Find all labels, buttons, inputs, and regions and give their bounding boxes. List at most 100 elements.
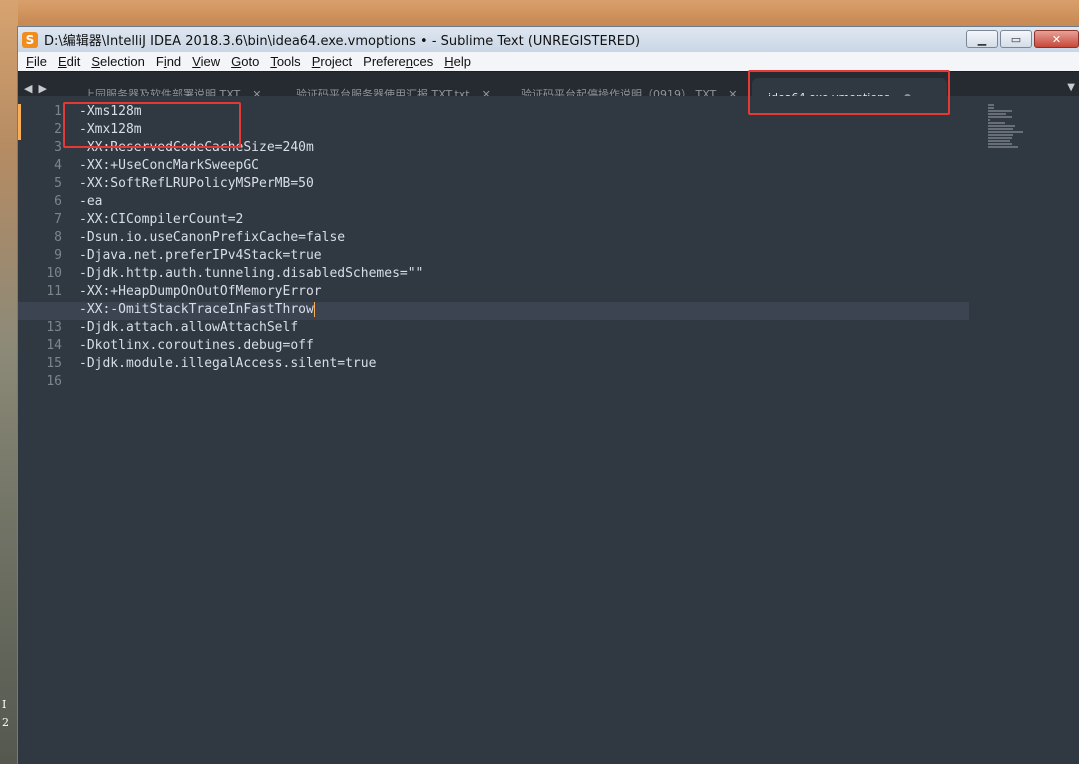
minimap-line xyxy=(988,125,1016,127)
menu-item-label: roject xyxy=(320,54,353,69)
minimap-line xyxy=(988,131,1024,133)
menu-item[interactable]: Project xyxy=(307,54,358,69)
code-line-text: -Djdk.attach.allowAttachSelf xyxy=(79,320,299,335)
minimize-button[interactable]: ▁ xyxy=(966,30,998,48)
menu-item-label: election xyxy=(100,54,145,69)
code-line-text: -XX:CICompilerCount=2 xyxy=(79,212,244,227)
code-line[interactable]: -Xmx128m xyxy=(79,122,969,140)
code-line-text: -XX:ReservedCodeCacheSize=240m xyxy=(79,140,314,155)
menu-item-label: iew xyxy=(200,54,221,69)
minimap-line xyxy=(988,113,1007,115)
line-number: 7 xyxy=(54,212,62,227)
menu-item-mnemonic: G xyxy=(231,54,242,69)
line-number: 9 xyxy=(54,248,62,263)
menu-item-label: ools xyxy=(276,54,301,69)
menu-item[interactable]: Selection xyxy=(86,54,150,69)
code-line[interactable]: -Djdk.attach.allowAttachSelf xyxy=(79,320,969,338)
line-number: 8 xyxy=(54,230,62,245)
code-line-text: -Djdk.http.auth.tunneling.disabledScheme… xyxy=(79,266,424,281)
sublime-window: S D:\编辑器\IntelliJ IDEA 2018.3.6\bin\idea… xyxy=(17,26,1079,764)
line-number: 16 xyxy=(46,374,62,389)
tab-navigation: ◀ ▶ xyxy=(24,82,47,95)
window-controls: ▁ ▭ ✕ xyxy=(964,30,1079,48)
menu-item[interactable]: View xyxy=(187,54,226,69)
minimap-line xyxy=(988,122,1005,124)
line-number: 13 xyxy=(46,320,62,335)
minimap-line xyxy=(988,128,1013,130)
code-line[interactable]: -XX:CICompilerCount=2 xyxy=(79,212,969,230)
menu-item-label: F xyxy=(155,54,164,69)
minimap-line xyxy=(988,116,1012,118)
minimap-line xyxy=(988,104,995,106)
code-line[interactable]: -Djdk.http.auth.tunneling.disabledScheme… xyxy=(79,266,969,284)
sublime-app-icon: S xyxy=(22,31,38,48)
tab-scroll-left-icon[interactable]: ◀ xyxy=(24,82,32,95)
code-line[interactable]: -XX:+HeapDumpOnOutOfMemoryError xyxy=(79,284,969,302)
code-line[interactable]: -ea xyxy=(79,194,969,212)
code-line-text: -Xmx128m xyxy=(79,122,142,137)
menu-item[interactable]: Goto xyxy=(226,54,265,69)
code-line-text: -Djdk.module.illegalAccess.silent=true xyxy=(79,356,377,371)
minimap-line xyxy=(988,119,991,121)
tab-scroll-right-icon[interactable]: ▶ xyxy=(38,82,46,95)
menu-item[interactable]: Tools xyxy=(265,54,306,69)
menu-item-label: elp xyxy=(453,54,472,69)
text-caret xyxy=(313,302,315,317)
minimap-line xyxy=(988,137,1012,139)
maximize-button[interactable]: ▭ xyxy=(1000,30,1032,48)
code-line[interactable]: -XX:+UseConcMarkSweepGC xyxy=(79,158,969,176)
code-line[interactable]: -Xms128m xyxy=(79,104,969,122)
code-line-text: -Djava.net.preferIPv4Stack=true xyxy=(79,248,322,263)
line-number: 6 xyxy=(54,194,62,209)
tab-menu-chevron-icon[interactable]: ▼ xyxy=(1067,82,1075,93)
code-line-text: -Dkotlinx.coroutines.debug=off xyxy=(79,338,314,353)
code-line[interactable]: -XX:SoftRefLRUPolicyMSPerMB=50 xyxy=(79,176,969,194)
menu-item[interactable]: Preferences xyxy=(358,54,439,69)
minimap-line xyxy=(988,140,1011,142)
menu-item-mnemonic: S xyxy=(91,54,101,69)
menu-item[interactable]: Find xyxy=(151,54,187,69)
line-number: 2 xyxy=(54,122,62,137)
line-number: 1 xyxy=(54,104,62,119)
code-line-text: -Dsun.io.useCanonPrefixCache=false xyxy=(79,230,346,245)
menu-item-label: nd xyxy=(166,54,182,69)
menu-bar: File Edit Selection Find View Goto Tools Projec… xyxy=(18,52,1079,71)
minimap[interactable] xyxy=(988,104,1024,152)
code-line[interactable]: -Dkotlinx.coroutines.debug=off xyxy=(79,338,969,356)
menu-item[interactable]: Help xyxy=(439,54,477,69)
line-number: 3 xyxy=(54,140,62,155)
menu-item-mnemonic: H xyxy=(444,54,454,69)
menu-item[interactable]: Edit xyxy=(53,54,86,69)
minimap-line xyxy=(988,134,1013,136)
code-line[interactable]: -XX:ReservedCodeCacheSize=240m xyxy=(79,140,969,158)
code-line-text: -XX:SoftRefLRUPolicyMSPerMB=50 xyxy=(79,176,314,191)
title-bar[interactable]: S D:\编辑器\IntelliJ IDEA 2018.3.6\bin\idea… xyxy=(18,27,1079,52)
minimap-line xyxy=(988,107,995,109)
code-line-text: -XX:+UseConcMarkSweepGC xyxy=(79,158,260,173)
code-line[interactable]: -Djdk.module.illegalAccess.silent=true xyxy=(79,356,969,374)
code-line[interactable]: -Dsun.io.useCanonPrefixCache=false xyxy=(79,230,969,248)
code-view[interactable]: -Xms128m -Xmx128m -XX:ReservedCodeCacheSiz… xyxy=(18,104,969,392)
menu-item[interactable]: File xyxy=(21,54,53,69)
menu-item-label: Prefere xyxy=(363,54,406,69)
menu-item-label: ces xyxy=(413,54,434,69)
code-line[interactable]: -Djava.net.preferIPv4Stack=true xyxy=(79,248,969,266)
desktop-text-fragment: I xyxy=(2,698,7,711)
menu-item-label: dit xyxy=(66,54,81,69)
code-line[interactable] xyxy=(79,374,969,392)
line-number: 11 xyxy=(46,284,62,299)
minimap-line xyxy=(988,143,1012,145)
minimap-line xyxy=(988,146,1019,148)
menu-item-mnemonic: F xyxy=(26,54,34,69)
menu-item-label: ile xyxy=(33,54,47,69)
line-number: 4 xyxy=(54,158,62,173)
desktop-background: I 2 xyxy=(0,0,18,764)
menu-item-mnemonic: V xyxy=(192,54,201,69)
line-number: 14 xyxy=(46,338,62,353)
editor-area[interactable]: 12345678910111213141516 -Xms128m-Xmx128m… xyxy=(18,96,1079,764)
menu-item-label: oto xyxy=(241,54,260,69)
code-line-text: -ea xyxy=(79,194,103,209)
code-line-text: -XX:+HeapDumpOnOutOfMemoryError xyxy=(79,284,322,299)
code-line[interactable]: -XX:-OmitStackTraceInFastThrow xyxy=(18,302,969,320)
close-button[interactable]: ✕ xyxy=(1034,30,1079,48)
